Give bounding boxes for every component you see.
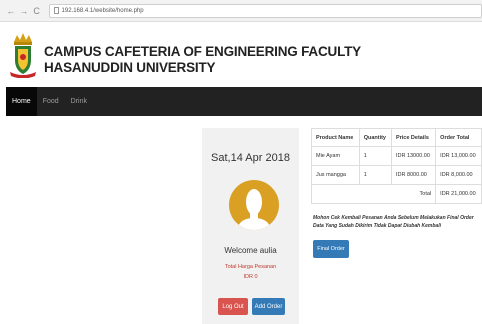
total-value: IDR 21,000.00	[435, 184, 482, 204]
main-navbar: Home Food Drink	[6, 87, 482, 116]
add-order-button[interactable]: Add Order	[252, 298, 285, 315]
order-table: Product Name Quantity Price Details Orde…	[310, 128, 482, 204]
final-order-button[interactable]: Final Order	[313, 240, 349, 258]
column-header: Quantity	[358, 128, 392, 147]
table-row: Mie Ayam 1 IDR 13000.00 IDR 13,000.00	[311, 146, 482, 166]
logout-button[interactable]: Log Out	[218, 298, 248, 315]
forward-arrow-icon[interactable]: →	[19, 6, 29, 16]
order-total-label: Total Harga Pesanan	[224, 264, 277, 270]
total-row: Total IDR 21,000.00	[310, 184, 482, 204]
title-line-2: HASANUDDIN UNIVERSITY	[44, 60, 216, 75]
browser-toolbar: ← → C 192.168.4.1/website/home.php	[0, 0, 482, 22]
nav-home[interactable]: Home	[6, 87, 37, 116]
order-total-value: IDR 0	[243, 274, 258, 280]
table-header-row: Product Name Quantity Price Details Orde…	[311, 128, 482, 147]
nav-food[interactable]: Food	[37, 87, 65, 116]
table-row: Jus mangga 1 IDR 8000.00 IDR 8,000.00	[311, 165, 482, 185]
back-arrow-icon[interactable]: ←	[6, 6, 16, 16]
page-icon	[53, 7, 59, 14]
title-line-1: CAMPUS CAFETERIA OF ENGINEERING FACULTY	[44, 44, 361, 59]
column-header: Order Total	[435, 128, 482, 147]
table-cell: IDR 13000.00	[390, 146, 437, 166]
address-bar[interactable]: 192.168.4.1/website/home.php	[48, 3, 482, 18]
table-cell: IDR 8,000.00	[435, 165, 482, 185]
order-notice: Mohon Cek Kembali Pesanan Anda Sebelum M…	[313, 214, 482, 230]
total-label: Total	[310, 184, 437, 204]
notice-line-2: Data Yang Sudah Dikirim Tidak Dapat Diub…	[313, 223, 441, 229]
url-text: 192.168.4.1/website/home.php	[61, 7, 144, 14]
nav-drink[interactable]: Drink	[65, 87, 93, 116]
column-header: Price Details	[390, 128, 437, 147]
profile-card: Sat,14 Apr 2018 Welcome aulia Total Harg…	[202, 128, 299, 324]
welcome-message: Welcome aulia	[224, 246, 277, 255]
user-silhouette-icon	[237, 189, 271, 230]
column-header: Product Name	[311, 128, 360, 147]
notice-line-1: Mohon Cek Kembali Pesanan Anda Sebelum M…	[313, 215, 474, 221]
current-date: Sat,14 Apr 2018	[211, 152, 290, 164]
table-cell: Mie Ayam	[311, 146, 360, 166]
avatar	[229, 180, 279, 230]
table-cell: 1	[358, 146, 392, 166]
university-crest-icon	[10, 33, 36, 78]
table-cell: IDR 8000.00	[390, 165, 437, 185]
table-cell: 1	[358, 165, 392, 185]
site-title: CAMPUS CAFETERIA OF ENGINEERING FACULTY …	[44, 44, 361, 76]
reload-icon[interactable]: C	[32, 6, 42, 16]
site-header: CAMPUS CAFETERIA OF ENGINEERING FACULTY …	[0, 22, 482, 86]
table-cell: Jus mangga	[311, 165, 360, 185]
table-cell: IDR 13,000.00	[435, 146, 482, 166]
